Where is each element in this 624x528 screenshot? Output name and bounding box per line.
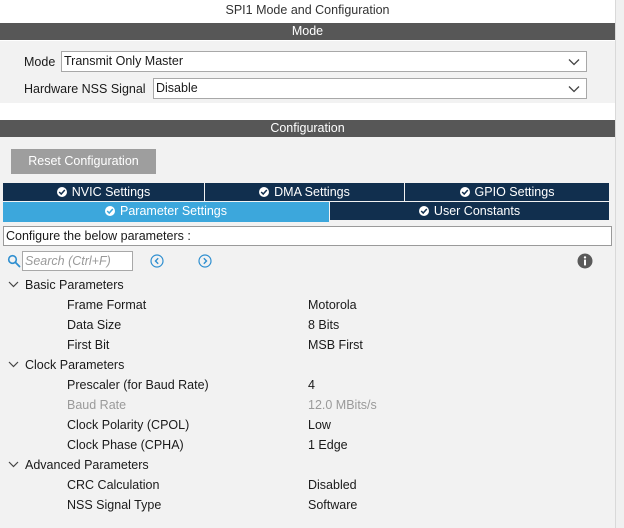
mode-select[interactable]: Transmit Only Master — [61, 51, 587, 72]
group-label: Advanced Parameters — [25, 458, 149, 472]
param-name: First Bit — [67, 338, 110, 352]
param-value: Motorola — [308, 298, 357, 312]
tab-parameter-settings[interactable]: Parameter Settings — [3, 202, 329, 222]
param-data-size[interactable]: Data Size 8 Bits — [0, 315, 615, 335]
group-basic-parameters[interactable]: Basic Parameters — [0, 275, 615, 295]
tab-label: GPIO Settings — [474, 185, 555, 199]
tab-gpio-settings[interactable]: GPIO Settings — [405, 183, 609, 201]
param-name: Data Size — [67, 318, 122, 332]
param-value: MSB First — [308, 338, 363, 352]
info-icon[interactable] — [577, 253, 593, 269]
check-circle-icon — [56, 187, 67, 197]
param-name: Clock Polarity (CPOL) — [67, 418, 190, 432]
param-value: 12.0 MBits/s — [308, 398, 377, 412]
check-circle-icon — [418, 206, 429, 216]
param-name: NSS Signal Type — [67, 498, 162, 512]
param-baud-rate: Baud Rate 12.0 MBits/s — [0, 395, 615, 415]
mode-select-value: Transmit Only Master — [64, 54, 184, 68]
param-name: CRC Calculation — [67, 478, 160, 492]
nss-select-value: Disable — [156, 81, 198, 95]
nss-select[interactable]: Disable — [153, 78, 587, 99]
param-value: Low — [308, 418, 331, 432]
next-icon[interactable] — [198, 254, 212, 268]
tab-dma-settings[interactable]: DMA Settings — [205, 183, 404, 201]
param-value: 1 Edge — [308, 438, 348, 452]
param-name: Prescaler (for Baud Rate) — [67, 378, 209, 392]
tab-label: User Constants — [433, 204, 521, 218]
param-first-bit[interactable]: First Bit MSB First — [0, 335, 615, 355]
param-prescaler[interactable]: Prescaler (for Baud Rate) 4 — [0, 375, 615, 395]
search-icon[interactable] — [7, 254, 21, 268]
group-label: Clock Parameters — [25, 358, 125, 372]
reset-configuration-button[interactable]: Reset Configuration — [11, 149, 156, 174]
chevron-down-icon — [8, 281, 19, 288]
param-clock-phase[interactable]: Clock Phase (CPHA) 1 Edge — [0, 435, 615, 455]
nss-label: Hardware NSS Signal — [24, 82, 146, 96]
tab-label: DMA Settings — [274, 185, 350, 199]
param-value: Software — [308, 498, 358, 512]
search-input[interactable] — [22, 251, 133, 271]
param-value: 4 — [308, 378, 315, 392]
chevron-down-icon — [568, 59, 580, 66]
chevron-down-icon — [568, 86, 580, 93]
param-name: Baud Rate — [67, 398, 127, 412]
tab-label: Parameter Settings — [120, 204, 227, 218]
group-advanced-parameters[interactable]: Advanced Parameters — [0, 455, 615, 475]
param-name: Clock Phase (CPHA) — [67, 438, 184, 452]
check-circle-icon — [459, 187, 470, 197]
param-nss-signal-type[interactable]: NSS Signal Type Software — [0, 495, 615, 515]
group-label: Basic Parameters — [25, 278, 124, 292]
panel-title: SPI1 Mode and Configuration — [225, 3, 390, 17]
tab-nvic-settings[interactable]: NVIC Settings — [3, 183, 204, 201]
param-name: Frame Format — [67, 298, 147, 312]
mode-section: Mode Transmit Only Master Hardware NSS S… — [0, 41, 615, 103]
check-circle-icon — [105, 206, 115, 216]
group-clock-parameters[interactable]: Clock Parameters — [0, 355, 615, 375]
param-frame-format[interactable]: Frame Format Motorola — [0, 295, 615, 315]
tab-user-constants[interactable]: User Constants — [330, 202, 609, 220]
param-clock-polarity[interactable]: Clock Polarity (CPOL) Low — [0, 415, 615, 435]
param-crc-calculation[interactable]: CRC Calculation Disabled — [0, 475, 615, 495]
chevron-down-icon — [8, 461, 19, 468]
check-circle-icon — [259, 187, 270, 197]
previous-icon[interactable] — [150, 254, 164, 268]
param-value: Disabled — [308, 478, 357, 492]
mode-section-header: Mode — [0, 23, 615, 40]
parameters-hint: Configure the below parameters : — [3, 226, 612, 246]
vertical-scrollbar[interactable] — [615, 0, 624, 528]
spi1-config-panel: SPI1 Mode and Configuration Mode Mode Tr… — [0, 0, 615, 528]
chevron-down-icon — [8, 361, 19, 368]
mode-label: Mode — [24, 55, 56, 69]
param-value: 8 Bits — [308, 318, 340, 332]
config-section-header: Configuration — [0, 120, 615, 137]
tab-label: NVIC Settings — [71, 185, 151, 199]
